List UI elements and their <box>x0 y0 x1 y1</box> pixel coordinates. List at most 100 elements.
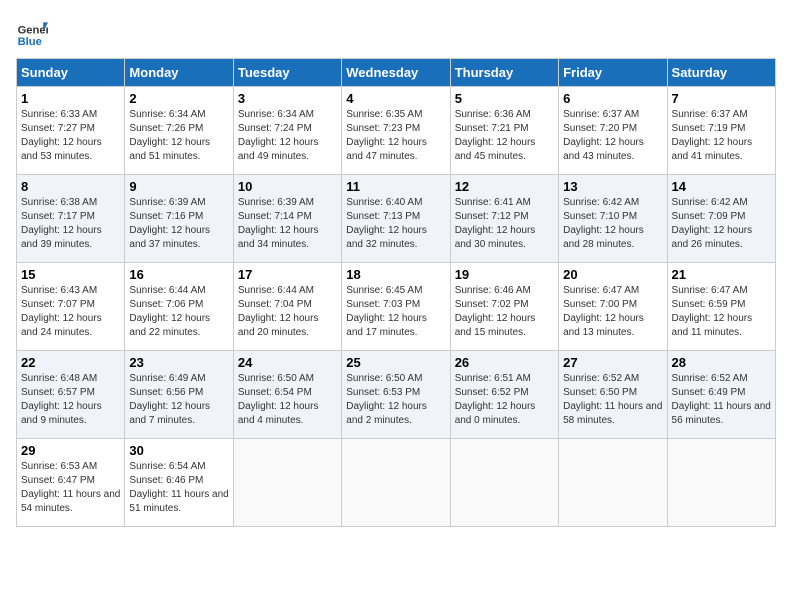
day-number: 14 <box>672 179 771 194</box>
cell-info: Sunrise: 6:42 AMSunset: 7:10 PMDaylight:… <box>563 196 662 252</box>
calendar-cell: 5 Sunrise: 6:36 AMSunset: 7:21 PMDaylight… <box>450 87 558 175</box>
day-number: 25 <box>346 355 445 370</box>
calendar-week-1: 1Sunrise: 6:33 AMSunset: 7:27 PMDaylight… <box>17 87 776 175</box>
calendar-cell <box>450 439 558 527</box>
cell-info: Sunrise: 6:39 AMSunset: 7:16 PMDaylight:… <box>129 196 228 252</box>
cell-info: Sunrise: 6:36 AMSunset: 7:21 PMDaylight:… <box>455 108 554 164</box>
calendar-body: 1Sunrise: 6:33 AMSunset: 7:27 PMDaylight… <box>17 87 776 527</box>
weekday-monday: Monday <box>125 59 233 87</box>
day-number: 6 <box>563 91 662 106</box>
day-number: 30 <box>129 443 228 458</box>
calendar-cell: 12 Sunrise: 6:41 AMSunset: 7:12 PMDayligh… <box>450 175 558 263</box>
calendar-week-3: 15Sunrise: 6:43 AMSunset: 7:07 PMDayligh… <box>17 263 776 351</box>
calendar-cell: 25Sunrise: 6:50 AMSunset: 6:53 PMDayligh… <box>342 351 450 439</box>
calendar-cell: 27Sunrise: 6:52 AMSunset: 6:50 PMDayligh… <box>559 351 667 439</box>
cell-info: Sunrise: 6:52 AMSunset: 6:49 PMDaylight:… <box>672 372 771 428</box>
day-number: 4 <box>346 91 445 106</box>
calendar-cell: 3 Sunrise: 6:34 AMSunset: 7:24 PMDaylight… <box>233 87 341 175</box>
day-number: 13 <box>563 179 662 194</box>
cell-info: Sunrise: 6:46 AMSunset: 7:02 PMDaylight:… <box>455 284 554 340</box>
calendar-cell: 4 Sunrise: 6:35 AMSunset: 7:23 PMDaylight… <box>342 87 450 175</box>
logo-icon: General Blue <box>16 16 48 48</box>
day-number: 17 <box>238 267 337 282</box>
cell-info: Sunrise: 6:40 AMSunset: 7:13 PMDaylight:… <box>346 196 445 252</box>
calendar-cell <box>233 439 341 527</box>
page-header: General Blue <box>16 16 776 48</box>
calendar-cell <box>559 439 667 527</box>
calendar-cell: 16 Sunrise: 6:44 AMSunset: 7:06 PMDayligh… <box>125 263 233 351</box>
day-number: 2 <box>129 91 228 106</box>
cell-info: Sunrise: 6:44 AMSunset: 7:04 PMDaylight:… <box>238 284 337 340</box>
cell-info: Sunrise: 6:37 AMSunset: 7:20 PMDaylight:… <box>563 108 662 164</box>
calendar-cell: 2 Sunrise: 6:34 AMSunset: 7:26 PMDaylight… <box>125 87 233 175</box>
calendar-cell: 30 Sunrise: 6:54 AMSunset: 6:46 PMDayligh… <box>125 439 233 527</box>
cell-info: Sunrise: 6:35 AMSunset: 7:23 PMDaylight:… <box>346 108 445 164</box>
day-number: 29 <box>21 443 120 458</box>
calendar-cell: 20Sunrise: 6:47 AMSunset: 7:00 PMDayligh… <box>559 263 667 351</box>
cell-info: Sunrise: 6:49 AMSunset: 6:56 PMDaylight:… <box>129 372 228 428</box>
day-number: 1 <box>21 91 120 106</box>
day-number: 18 <box>346 267 445 282</box>
cell-info: Sunrise: 6:42 AMSunset: 7:09 PMDaylight:… <box>672 196 771 252</box>
weekday-friday: Friday <box>559 59 667 87</box>
cell-info: Sunrise: 6:54 AMSunset: 6:46 PMDaylight:… <box>129 460 228 516</box>
day-number: 19 <box>455 267 554 282</box>
weekday-sunday: Sunday <box>17 59 125 87</box>
day-number: 28 <box>672 355 771 370</box>
cell-info: Sunrise: 6:44 AMSunset: 7:06 PMDaylight:… <box>129 284 228 340</box>
calendar-cell: 22Sunrise: 6:48 AMSunset: 6:57 PMDayligh… <box>17 351 125 439</box>
day-number: 9 <box>129 179 228 194</box>
calendar-cell: 8 Sunrise: 6:38 AMSunset: 7:17 PMDaylight… <box>17 175 125 263</box>
calendar-cell: 15Sunrise: 6:43 AMSunset: 7:07 PMDayligh… <box>17 263 125 351</box>
day-number: 23 <box>129 355 228 370</box>
day-number: 12 <box>455 179 554 194</box>
cell-info: Sunrise: 6:51 AMSunset: 6:52 PMDaylight:… <box>455 372 554 428</box>
cell-info: Sunrise: 6:41 AMSunset: 7:12 PMDaylight:… <box>455 196 554 252</box>
cell-info: Sunrise: 6:53 AMSunset: 6:47 PMDaylight:… <box>21 460 120 516</box>
day-number: 24 <box>238 355 337 370</box>
day-number: 10 <box>238 179 337 194</box>
day-number: 3 <box>238 91 337 106</box>
weekday-thursday: Thursday <box>450 59 558 87</box>
calendar-cell: 13 Sunrise: 6:42 AMSunset: 7:10 PMDayligh… <box>559 175 667 263</box>
weekday-tuesday: Tuesday <box>233 59 341 87</box>
cell-info: Sunrise: 6:52 AMSunset: 6:50 PMDaylight:… <box>563 372 662 428</box>
calendar-cell: 23 Sunrise: 6:49 AMSunset: 6:56 PMDayligh… <box>125 351 233 439</box>
weekday-saturday: Saturday <box>667 59 775 87</box>
cell-info: Sunrise: 6:34 AMSunset: 7:26 PMDaylight:… <box>129 108 228 164</box>
calendar-cell <box>667 439 775 527</box>
calendar-cell: 21 Sunrise: 6:47 AMSunset: 6:59 PMDayligh… <box>667 263 775 351</box>
cell-info: Sunrise: 6:34 AMSunset: 7:24 PMDaylight:… <box>238 108 337 164</box>
calendar-table: SundayMondayTuesdayWednesdayThursdayFrid… <box>16 58 776 527</box>
day-number: 26 <box>455 355 554 370</box>
cell-info: Sunrise: 6:43 AMSunset: 7:07 PMDaylight:… <box>21 284 120 340</box>
calendar-cell: 9 Sunrise: 6:39 AMSunset: 7:16 PMDaylight… <box>125 175 233 263</box>
calendar-cell: 19 Sunrise: 6:46 AMSunset: 7:02 PMDayligh… <box>450 263 558 351</box>
day-number: 11 <box>346 179 445 194</box>
cell-info: Sunrise: 6:48 AMSunset: 6:57 PMDaylight:… <box>21 372 120 428</box>
cell-info: Sunrise: 6:39 AMSunset: 7:14 PMDaylight:… <box>238 196 337 252</box>
svg-text:Blue: Blue <box>18 36 42 48</box>
calendar-cell: 10 Sunrise: 6:39 AMSunset: 7:14 PMDayligh… <box>233 175 341 263</box>
calendar-cell: 7Sunrise: 6:37 AMSunset: 7:19 PMDaylight… <box>667 87 775 175</box>
calendar-cell: 29 Sunrise: 6:53 AMSunset: 6:47 PMDayligh… <box>17 439 125 527</box>
day-number: 8 <box>21 179 120 194</box>
day-number: 21 <box>672 267 771 282</box>
cell-info: Sunrise: 6:45 AMSunset: 7:03 PMDaylight:… <box>346 284 445 340</box>
weekday-wednesday: Wednesday <box>342 59 450 87</box>
calendar-cell <box>342 439 450 527</box>
calendar-cell: 14 Sunrise: 6:42 AMSunset: 7:09 PMDayligh… <box>667 175 775 263</box>
calendar-cell: 11 Sunrise: 6:40 AMSunset: 7:13 PMDayligh… <box>342 175 450 263</box>
calendar-cell: 6 Sunrise: 6:37 AMSunset: 7:20 PMDaylight… <box>559 87 667 175</box>
cell-info: Sunrise: 6:50 AMSunset: 6:54 PMDaylight:… <box>238 372 337 428</box>
day-number: 16 <box>129 267 228 282</box>
cell-info: Sunrise: 6:38 AMSunset: 7:17 PMDaylight:… <box>21 196 120 252</box>
cell-info: Sunrise: 6:47 AMSunset: 7:00 PMDaylight:… <box>563 284 662 340</box>
cell-info: Sunrise: 6:37 AMSunset: 7:19 PMDaylight:… <box>672 108 771 164</box>
day-number: 5 <box>455 91 554 106</box>
weekday-header-row: SundayMondayTuesdayWednesdayThursdayFrid… <box>17 59 776 87</box>
cell-info: Sunrise: 6:47 AMSunset: 6:59 PMDaylight:… <box>672 284 771 340</box>
calendar-cell: 26 Sunrise: 6:51 AMSunset: 6:52 PMDayligh… <box>450 351 558 439</box>
logo: General Blue <box>16 16 48 48</box>
calendar-cell: 1Sunrise: 6:33 AMSunset: 7:27 PMDaylight… <box>17 87 125 175</box>
